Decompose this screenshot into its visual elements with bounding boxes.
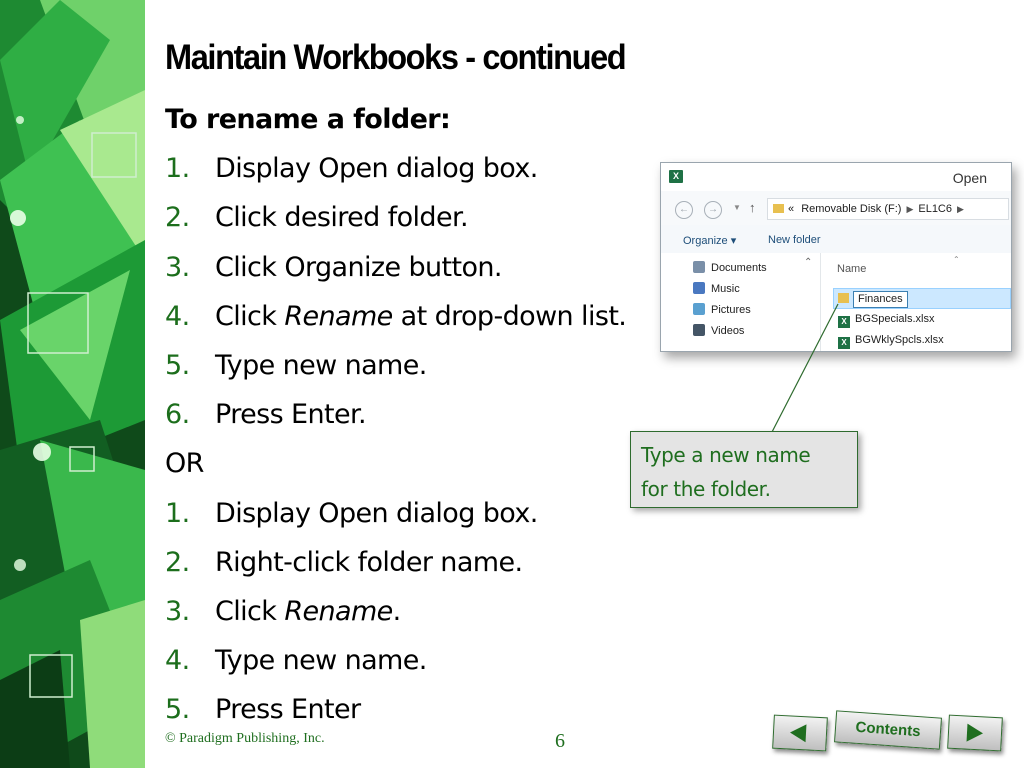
nav-item-label: Videos: [711, 325, 745, 337]
chevron-up-icon[interactable]: ⌃: [804, 257, 812, 268]
nav-item-videos[interactable]: Videos: [693, 322, 744, 340]
step-item: 5. Type new name.: [165, 346, 626, 395]
address-prefix: «: [788, 203, 795, 215]
step-text: Click: [215, 300, 285, 332]
up-arrow-icon[interactable]: ↑: [749, 200, 756, 215]
step-number: 5.: [165, 349, 190, 381]
dialog-title: Open: [952, 170, 987, 186]
step-number: 5.: [165, 694, 190, 726]
address-folder[interactable]: EL1C6: [918, 203, 952, 215]
next-arrow-icon: [966, 723, 984, 743]
instructions: To rename a folder: 1. Display Open dialo…: [165, 100, 627, 740]
step-item: 4. Click Rename at drop-down list.: [165, 297, 627, 346]
step-item: 3. Click Organize button.: [165, 248, 626, 297]
previous-slide-button[interactable]: [772, 714, 828, 752]
callout-line-2: for the folder.: [641, 477, 771, 501]
music-icon: [693, 282, 705, 294]
step-text: Right-click folder name.: [215, 546, 523, 578]
address-bar[interactable]: « Removable Disk (F:) ▶ EL1C6 ▶: [767, 198, 1009, 220]
excel-file-icon: X: [838, 337, 850, 349]
step-text: Press Enter.: [215, 399, 367, 431]
organize-button[interactable]: Organize ▾: [683, 234, 736, 247]
sort-indicator-icon: ⌃: [953, 255, 960, 264]
step-item: 4. Type new name.: [165, 641, 626, 690]
address-drive[interactable]: Removable Disk (F:): [801, 203, 901, 215]
step-text: Display Open dialog box.: [215, 497, 538, 529]
step-number: 2.: [165, 202, 190, 234]
list-item[interactable]: X BGSpecials.xlsx: [836, 309, 934, 329]
page-number: 6: [555, 730, 565, 752]
list-item-selected[interactable]: Finances: [833, 288, 1011, 309]
step-text: Click desired folder.: [215, 202, 469, 234]
step-text: Type new name.: [215, 349, 427, 381]
file-name: BGSpecials.xlsx: [855, 313, 935, 325]
steps-list-a: 1. Display Open dialog box. 2. Click desire…: [165, 149, 627, 444]
folder-icon: [838, 293, 849, 303]
step-item: 3. Click Rename.: [165, 592, 626, 641]
step-item: 1. Display Open dialog box.: [165, 494, 626, 543]
step-number: 3.: [165, 251, 190, 283]
step-number: 1.: [165, 497, 190, 529]
pictures-icon: [693, 303, 705, 315]
rename-input[interactable]: Finances: [853, 291, 908, 308]
step-number: 4.: [165, 300, 190, 332]
step-text-suffix: .: [392, 595, 402, 627]
documents-icon: [693, 261, 705, 273]
back-arrow-icon[interactable]: ←: [675, 201, 693, 219]
open-dialog-screenshot: X Open ← → ▼ ↑ « Removable Disk (F:) ▶ EL1…: [660, 162, 1012, 352]
step-text: Click Organize button.: [215, 251, 503, 283]
step-number: 4.: [165, 645, 190, 677]
step-number: 6.: [165, 399, 190, 431]
step-emphasis: Rename: [284, 595, 393, 627]
instructions-heading: To rename a folder:: [165, 104, 451, 135]
step-text-suffix: at drop-down list.: [392, 300, 627, 332]
step-text: Display Open dialog box.: [215, 153, 538, 185]
nav-item-music[interactable]: Music: [693, 280, 740, 298]
decorative-left-panel: [0, 0, 145, 768]
copyright: © Paradigm Publishing, Inc.: [165, 731, 325, 746]
pane-divider: [820, 253, 821, 351]
or-label: OR: [165, 448, 204, 480]
videos-icon: [693, 324, 705, 336]
previous-arrow-icon: [789, 723, 807, 743]
step-text: Click: [215, 595, 285, 627]
nav-item-label: Music: [711, 283, 740, 295]
dialog-toolbar: Organize ▾ New folder: [661, 225, 1011, 253]
step-text: Press Enter: [215, 694, 361, 726]
excel-icon: X: [669, 170, 683, 183]
steps-list-b: 1. Display Open dialog box. 2. Right-click …: [165, 494, 626, 740]
next-slide-button[interactable]: [947, 714, 1003, 752]
nav-item-label: Documents: [711, 262, 767, 274]
name-column-header[interactable]: Name: [837, 263, 866, 275]
step-number: 2.: [165, 546, 190, 578]
step-number: 1.: [165, 153, 190, 185]
slide-title: Maintain Workbooks - continued: [165, 38, 627, 77]
chevron-right-icon: ▶: [906, 204, 914, 214]
step-item: 2. Click desired folder.: [165, 198, 626, 247]
step-text: Type new name.: [215, 645, 427, 677]
step-emphasis: Rename: [284, 300, 393, 332]
nav-item-label: Pictures: [711, 304, 751, 316]
step-number: 3.: [165, 595, 190, 627]
new-folder-button[interactable]: New folder: [768, 234, 821, 246]
file-name: BGWklySpcls.xlsx: [855, 334, 944, 346]
forward-arrow-icon[interactable]: →: [704, 201, 722, 219]
contents-button[interactable]: Contents: [834, 710, 942, 750]
chevron-down-icon[interactable]: ▼: [733, 203, 741, 212]
nav-item-documents[interactable]: Documents: [693, 259, 767, 277]
step-item: 2. Right-click folder name.: [165, 543, 626, 592]
chevron-right-icon: ▶: [957, 204, 964, 214]
dialog-title-bar: X Open: [661, 163, 1011, 191]
list-item[interactable]: X BGWklySpcls.xlsx: [836, 330, 944, 350]
callout-line-1: Type a new name: [641, 443, 811, 467]
step-item: 6. Press Enter.: [165, 395, 626, 444]
nav-item-pictures[interactable]: Pictures: [693, 301, 751, 319]
navigation-pane: Documents Music Pictures Videos: [661, 253, 821, 351]
callout-box: Type a new name for the folder.: [630, 431, 858, 508]
step-item: 1. Display Open dialog box.: [165, 149, 626, 198]
excel-file-icon: X: [838, 316, 850, 328]
folder-icon: [773, 204, 784, 213]
dialog-navigation-bar: ← → ▼ ↑ « Removable Disk (F:) ▶ EL1C6 ▶: [661, 191, 1011, 226]
